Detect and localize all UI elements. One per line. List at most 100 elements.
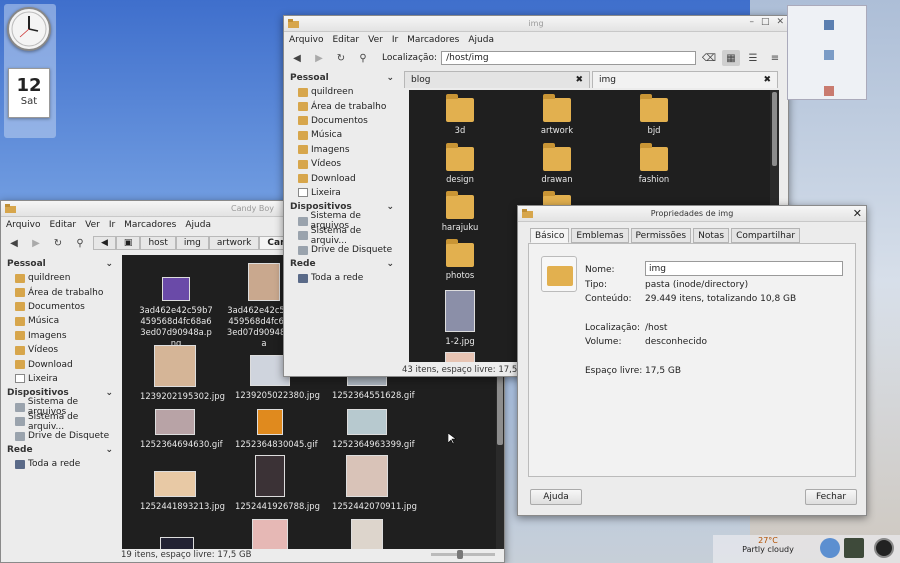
folder-item[interactable]: fashion [619,143,689,185]
list-view-icon[interactable]: ☰ [744,50,762,66]
sidebar-item-trash[interactable]: Lixeira [3,372,117,386]
menu-marcadores[interactable]: Marcadores [407,35,459,45]
folder-item[interactable]: drawan [522,143,592,185]
file-item[interactable] [235,519,305,549]
breadcrumb-drive-icon[interactable]: ▣ [115,236,141,250]
file-item[interactable]: 3ad462e42c59b7459568d4fc68a63ed07d90948a… [138,277,214,349]
sidebar-item-home[interactable]: quildreen [286,85,398,99]
file-item[interactable]: 1252441893213.jpg [140,471,225,512]
bluetooth-icon[interactable] [820,538,840,558]
folder-item[interactable]: design [425,143,495,185]
sidebar-item-videos[interactable]: Vídeos [286,157,398,171]
sidebar-item-floppy[interactable]: Drive de Disquete [286,243,398,257]
forward-arrow-icon[interactable]: ▶ [310,50,328,66]
chevron-down-icon[interactable]: ⌄ [105,445,113,455]
power-icon[interactable] [874,538,894,558]
zoom-slider[interactable] [431,550,495,559]
menu-editar[interactable]: Editar [49,220,76,230]
sidebar-item-download[interactable]: Download [3,357,117,371]
chevron-down-icon[interactable]: ⌄ [105,259,113,269]
sidebar-item-network[interactable]: Toda a rede [286,271,398,285]
maximize-icon[interactable]: □ [761,17,770,27]
menu-arquivo[interactable]: Arquivo [6,220,40,230]
tab-basico[interactable]: Básico [530,228,570,243]
back-arrow-icon[interactable]: ◀ [288,50,306,66]
close-icon[interactable]: ✕ [853,207,862,220]
sidebar-item-filesystem-2[interactable]: Sistema de arquiv... [286,226,398,246]
back-arrow-icon[interactable]: ◀ [5,235,23,251]
sidebar-item-desktop[interactable]: Área de trabalho [3,285,117,299]
minimize-icon[interactable]: – [749,17,754,27]
reload-icon[interactable]: ↻ [49,235,67,251]
window-titlebar[interactable]: img – □ ✕ [284,16,788,32]
tab-compartilhar[interactable]: Compartilhar [731,228,801,243]
breadcrumb-img[interactable]: img [175,236,209,250]
folder-item[interactable]: artwork [522,94,592,136]
file-item[interactable]: 1252364830045.gif [235,409,318,450]
network-monitor-icon[interactable] [844,538,864,558]
help-button[interactable]: Ajuda [530,489,582,505]
sidebar-header-rede[interactable]: Rede ⌄ [3,443,117,457]
compact-view-icon[interactable]: ≡ [766,50,784,66]
sidebar-item-download[interactable]: Download [286,171,398,185]
clear-location-icon[interactable]: ⌫ [700,50,718,66]
sidebar-item-pictures[interactable]: Imagens [3,329,117,343]
icon-view-icon[interactable]: ▦ [722,50,740,66]
folder-item[interactable]: 3d [425,94,495,136]
close-button[interactable]: Fechar [805,489,857,505]
menu-ver[interactable]: Ver [368,35,383,45]
tab-notas[interactable]: Notas [693,228,730,243]
menu-ver[interactable]: Ver [85,220,100,230]
sidebar-item-documents[interactable]: Documentos [3,300,117,314]
chevron-down-icon[interactable]: ⌄ [386,259,394,269]
menu-editar[interactable]: Editar [332,35,359,45]
sidebar-item-music[interactable]: Música [286,128,398,142]
folder-item[interactable]: harajuku [425,191,495,233]
file-item[interactable]: 1252442070911.jpg [332,455,417,512]
file-item[interactable]: 1252364963399.gif [332,409,415,450]
file-item[interactable] [332,519,402,549]
menu-arquivo[interactable]: Arquivo [289,35,323,45]
menu-ir[interactable]: Ir [392,35,398,45]
file-item[interactable]: 1239202195302.jpg [140,345,225,402]
forward-arrow-icon[interactable]: ▶ [27,235,45,251]
weather-widget[interactable]: 27°C Partly cloudy [733,536,803,554]
file-item[interactable] [425,352,495,362]
tab-blog[interactable]: blog ✖ [404,71,590,88]
scrollbar-thumb[interactable] [772,92,777,166]
menu-ajuda[interactable]: Ajuda [468,35,494,45]
name-input[interactable]: img [645,261,843,276]
folder-icon-button[interactable] [541,256,577,292]
reload-icon[interactable]: ↻ [332,50,350,66]
folder-item[interactable]: bjd [619,94,689,136]
close-tab-icon[interactable]: ✖ [575,75,583,85]
breadcrumb-host[interactable]: host [140,236,176,250]
file-item[interactable]: 1-2.jpg [425,290,495,347]
tab-img[interactable]: img ✖ [592,71,778,88]
file-item[interactable] [142,537,212,549]
sidebar-item-floppy[interactable]: Drive de Disquete [3,429,117,443]
sidebar-item-desktop[interactable]: Área de trabalho [286,99,398,113]
breadcrumb-scroll-left[interactable]: ◀ [93,236,116,250]
sidebar-item-pictures[interactable]: Imagens [286,143,398,157]
sidebar-item-documents[interactable]: Documentos [286,114,398,128]
search-icon[interactable]: ⚲ [71,235,89,251]
sidebar-header-pessoal[interactable]: Pessoal ⌄ [3,257,117,271]
search-icon[interactable]: ⚲ [354,50,372,66]
folder-item[interactable]: photos [425,239,495,281]
sidebar-item-home[interactable]: quildreen [3,271,117,285]
menu-ajuda[interactable]: Ajuda [185,220,211,230]
sidebar-header-rede[interactable]: Rede ⌄ [286,257,398,271]
sidebar-item-trash[interactable]: Lixeira [286,186,398,200]
tab-permissoes[interactable]: Permissões [630,228,692,243]
sidebar-header-pessoal[interactable]: Pessoal ⌄ [286,71,398,85]
tab-emblemas[interactable]: Emblemas [571,228,629,243]
close-tab-icon[interactable]: ✖ [763,75,771,85]
sidebar-item-videos[interactable]: Vídeos [3,343,117,357]
sidebar-item-network[interactable]: Toda a rede [3,457,117,471]
sidebar-item-filesystem-2[interactable]: Sistema de arquiv... [3,412,117,432]
breadcrumb-artwork[interactable]: artwork [208,236,260,250]
close-icon[interactable]: ✕ [776,17,784,27]
menu-ir[interactable]: Ir [109,220,115,230]
sidebar-item-music[interactable]: Música [3,314,117,328]
